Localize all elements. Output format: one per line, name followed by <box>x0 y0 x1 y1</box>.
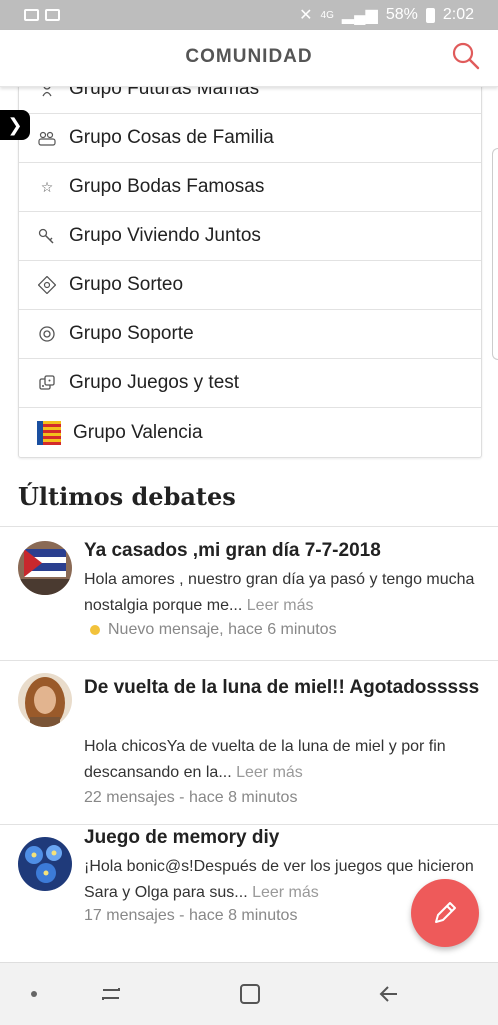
debate-meta: 17 mensajes - hace 8 minutos <box>84 907 297 925</box>
avatar <box>18 541 72 595</box>
dot-icon[interactable] <box>21 981 47 1007</box>
debate-meta-text: 22 mensajes - hace 8 minutos <box>84 789 298 806</box>
home-icon[interactable] <box>237 981 263 1007</box>
lifebuoy-icon <box>37 324 57 344</box>
group-item-viviendo-juntos[interactable]: Grupo Viviendo Juntos <box>19 212 481 261</box>
debate-title[interactable]: Ya casados ,mi gran día 7-7-2018 <box>84 535 484 566</box>
page-title: COMUNIDAD <box>185 46 313 67</box>
section-title: Últimos debates <box>18 482 236 511</box>
group-item-valencia[interactable]: Grupo Valencia <box>19 408 481 457</box>
group-label: Grupo Valencia <box>73 421 203 443</box>
pencil-icon <box>435 902 456 923</box>
group-item-soporte[interactable]: Grupo Soporte <box>19 310 481 359</box>
new-post-button[interactable] <box>411 879 479 947</box>
search-icon[interactable] <box>450 40 482 72</box>
debate-meta: 22 mensajes - hace 8 minutos <box>84 789 297 807</box>
read-more-link[interactable]: Leer más <box>247 597 314 614</box>
debate-meta: Nuevo mensaje, hace 6 minutos <box>84 621 337 639</box>
gallery-notification-icon <box>45 9 60 21</box>
read-more-link[interactable]: Leer más <box>252 884 319 901</box>
mute-icon: ✕ <box>299 7 313 24</box>
battery-icon <box>425 7 435 23</box>
avatar <box>18 673 72 727</box>
star-icon: ☆ <box>40 178 54 195</box>
signal-bars-icon: ▂▄▆ <box>341 7 378 24</box>
group-label: Grupo Viviendo Juntos <box>69 225 261 246</box>
group-label: Grupo Soporte <box>69 323 194 344</box>
key-icon <box>37 226 57 246</box>
debate-item[interactable]: Ya casados ,mi gran día 7-7-2018 Hola am… <box>0 527 498 661</box>
read-more-link[interactable]: Leer más <box>236 764 303 781</box>
side-scroll-indicator <box>492 148 498 360</box>
gift-icon <box>37 275 57 295</box>
group-item-futuras-mamas[interactable]: Grupo Futuras Mamás <box>19 86 481 114</box>
clock: 2:02 <box>442 6 474 23</box>
debate-excerpt: Hola chicosYa de vuelta de la luna de mi… <box>84 734 484 786</box>
status-right: ✕ 4G ▂▄▆ 58% 2:02 <box>299 5 498 25</box>
signal-icon: 4G <box>320 9 334 21</box>
debate-title[interactable]: Juego de memory diy <box>84 822 484 853</box>
groups-list: Grupo Futuras Mamás Grupo Cosas de Famil… <box>18 86 482 458</box>
new-message-dot-icon <box>90 625 100 635</box>
recent-apps-icon[interactable] <box>98 981 124 1007</box>
avatar <box>18 837 72 891</box>
debate-excerpt: Hola amores , nuestro gran día ya pasó y… <box>84 567 484 619</box>
group-label: Grupo Futuras Mamás <box>69 86 260 99</box>
app-header: COMUNIDAD <box>0 30 498 87</box>
family-icon <box>37 128 57 148</box>
dice-icon <box>37 373 57 393</box>
battery-percent: 58% <box>385 6 418 23</box>
debate-meta-text: 17 mensajes - hace 8 minutos <box>84 907 298 924</box>
back-icon[interactable] <box>376 981 402 1007</box>
group-item-cosas-de-familia[interactable]: Grupo Cosas de Familia <box>19 114 481 163</box>
valencia-flag-icon <box>37 420 61 445</box>
group-item-juegos-y-test[interactable]: Grupo Juegos y test <box>19 359 481 408</box>
group-label: Grupo Bodas Famosas <box>69 176 265 197</box>
drawer-toggle-button[interactable]: ❯ <box>0 110 30 140</box>
image-notification-icon <box>24 9 39 21</box>
group-label: Grupo Sorteo <box>69 274 184 295</box>
status-bar: ✕ 4G ▂▄▆ 58% 2:02 <box>0 0 498 30</box>
chevron-right-icon: ❯ <box>7 114 23 135</box>
debate-item[interactable]: De vuelta de la luna de miel!! Agotadoss… <box>0 661 498 825</box>
notification-icons <box>0 9 60 21</box>
group-label: Grupo Cosas de Familia <box>69 127 274 148</box>
baby-icon <box>37 86 57 99</box>
debate-title[interactable]: De vuelta de la luna de miel!! Agotadoss… <box>84 672 484 703</box>
system-nav-bar <box>0 962 498 1025</box>
group-item-sorteo[interactable]: Grupo Sorteo <box>19 261 481 310</box>
group-item-bodas-famosas[interactable]: ☆ Grupo Bodas Famosas <box>19 163 481 212</box>
group-label: Grupo Juegos y test <box>69 372 240 393</box>
main-content[interactable]: ❯ Grupo Futuras Mamás Grupo Cosas de Fam… <box>0 86 498 962</box>
debate-meta-text: Nuevo mensaje, hace 6 minutos <box>108 621 337 638</box>
